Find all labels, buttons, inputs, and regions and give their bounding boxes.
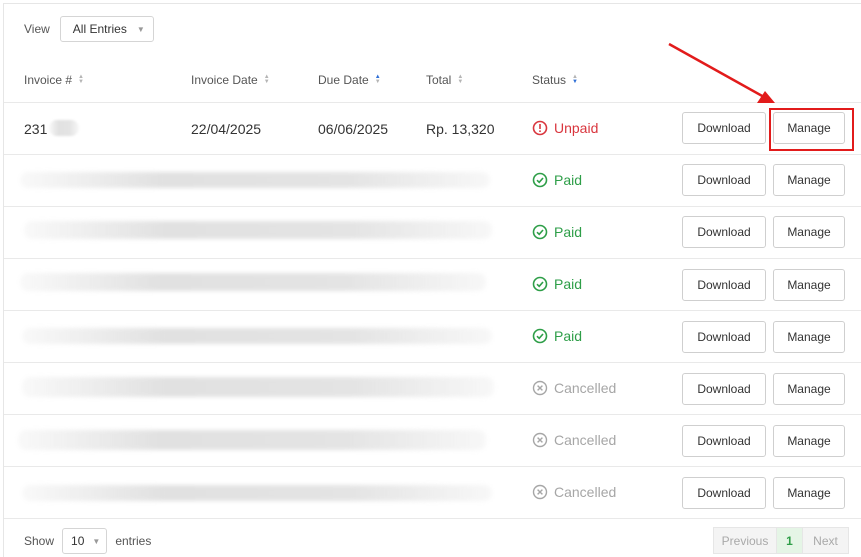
sort-icon: ▲ ▼ bbox=[263, 74, 270, 85]
column-header-total[interactable]: Total ▲ ▼ bbox=[426, 73, 463, 87]
download-button[interactable]: Download bbox=[682, 373, 766, 405]
column-header-invoice[interactable]: Invoice # ▲ ▼ bbox=[24, 73, 84, 87]
page-size-select[interactable]: 10 ▼ bbox=[62, 528, 108, 554]
pagination: Previous 1 Next bbox=[713, 527, 849, 554]
status-badge: Paid bbox=[532, 224, 582, 240]
divider bbox=[4, 258, 861, 259]
divider bbox=[4, 414, 861, 415]
view-select[interactable]: All Entries ▼ bbox=[59, 16, 154, 42]
invoice-date: 22/04/2025 bbox=[191, 121, 262, 137]
redacted-row-data bbox=[22, 328, 492, 344]
x-circle-icon bbox=[532, 484, 548, 500]
manage-button[interactable]: Manage bbox=[773, 477, 845, 509]
chevron-down-icon: ▼ bbox=[92, 536, 101, 546]
redacted-row-data bbox=[20, 172, 490, 188]
divider bbox=[4, 362, 861, 363]
manage-button[interactable]: Manage bbox=[773, 321, 845, 353]
redacted-row-data bbox=[22, 485, 492, 501]
download-button[interactable]: Download bbox=[682, 477, 766, 509]
column-header-label: Due Date bbox=[318, 73, 369, 87]
status-badge: Paid bbox=[532, 172, 582, 188]
divider bbox=[4, 154, 861, 155]
x-circle-icon bbox=[532, 380, 548, 396]
manage-button[interactable]: Manage bbox=[773, 164, 845, 196]
download-button[interactable]: Download bbox=[682, 112, 766, 144]
page-size-control: Show 10 ▼ entries bbox=[24, 528, 151, 554]
redacted-row-data bbox=[20, 273, 486, 291]
show-label: Show bbox=[24, 534, 55, 548]
status-label: Paid bbox=[554, 328, 583, 344]
status-label: Paid bbox=[554, 224, 583, 240]
manage-button[interactable]: Manage bbox=[773, 373, 845, 405]
total: Rp. 13,320 bbox=[426, 121, 495, 137]
redacted-row-data bbox=[22, 377, 494, 397]
page-size-value: 10 bbox=[71, 534, 85, 548]
download-button[interactable]: Download bbox=[682, 164, 766, 196]
next-page-button[interactable]: Next bbox=[802, 527, 849, 554]
check-circle-icon bbox=[532, 172, 548, 188]
highlight-box bbox=[769, 108, 854, 151]
manage-button[interactable]: Manage bbox=[773, 216, 845, 248]
download-button[interactable]: Download bbox=[682, 425, 766, 457]
status-badge: Cancelled bbox=[532, 380, 616, 396]
previous-page-button[interactable]: Previous bbox=[713, 527, 777, 554]
status-label: Paid bbox=[554, 276, 583, 292]
status-badge: Paid bbox=[532, 328, 582, 344]
sort-asc-icon: ▲ ▼ bbox=[374, 74, 381, 85]
alert-circle-icon bbox=[532, 120, 548, 136]
divider bbox=[4, 206, 861, 207]
status-label: Cancelled bbox=[554, 380, 617, 396]
check-circle-icon bbox=[532, 276, 548, 292]
column-header-status[interactable]: Status ▲ ▼ bbox=[532, 73, 578, 87]
check-circle-icon bbox=[532, 224, 548, 240]
divider bbox=[4, 466, 861, 467]
download-button[interactable]: Download bbox=[682, 216, 766, 248]
view-select-value: All Entries bbox=[72, 22, 127, 36]
column-header-label: Status bbox=[532, 73, 567, 87]
column-header-label: Invoice Date bbox=[191, 73, 258, 87]
status-label: Paid bbox=[554, 172, 583, 188]
column-header-label: Total bbox=[426, 73, 452, 87]
status-label: Cancelled bbox=[554, 432, 617, 448]
column-header-due-date[interactable]: Due Date ▲ ▼ bbox=[318, 73, 381, 87]
redacted-text bbox=[49, 120, 79, 136]
column-header-label: Invoice # bbox=[24, 73, 73, 87]
due-date: 06/06/2025 bbox=[318, 121, 389, 137]
sort-icon: ▲ ▼ bbox=[78, 74, 84, 85]
manage-button[interactable]: Manage bbox=[773, 269, 845, 301]
divider bbox=[4, 518, 861, 519]
redacted-row-data bbox=[24, 221, 492, 239]
status-label: Cancelled bbox=[554, 484, 617, 500]
divider bbox=[4, 310, 861, 311]
download-button[interactable]: Download bbox=[682, 321, 766, 353]
status-badge: Paid bbox=[532, 276, 582, 292]
view-label: View bbox=[24, 22, 50, 36]
sort-desc-icon: ▲ ▼ bbox=[572, 74, 578, 85]
status-badge: Unpaid bbox=[532, 120, 598, 136]
x-circle-icon bbox=[532, 432, 548, 448]
chevron-down-icon: ▼ bbox=[136, 24, 145, 34]
redacted-row-data bbox=[18, 430, 486, 450]
status-badge: Cancelled bbox=[532, 484, 616, 500]
status-label: Unpaid bbox=[554, 120, 599, 136]
status-badge: Cancelled bbox=[532, 432, 616, 448]
check-circle-icon bbox=[532, 328, 548, 344]
invoice-number[interactable]: 231 bbox=[24, 121, 47, 137]
view-filter: View All Entries ▼ bbox=[24, 16, 154, 42]
manage-button[interactable]: Manage bbox=[773, 425, 845, 457]
page-1-button[interactable]: 1 bbox=[777, 527, 802, 554]
divider bbox=[4, 102, 861, 103]
entries-label: entries bbox=[115, 534, 152, 548]
column-header-invoice-date[interactable]: Invoice Date ▲ ▼ bbox=[191, 73, 270, 87]
download-button[interactable]: Download bbox=[682, 269, 766, 301]
sort-icon: ▲ ▼ bbox=[457, 74, 464, 85]
